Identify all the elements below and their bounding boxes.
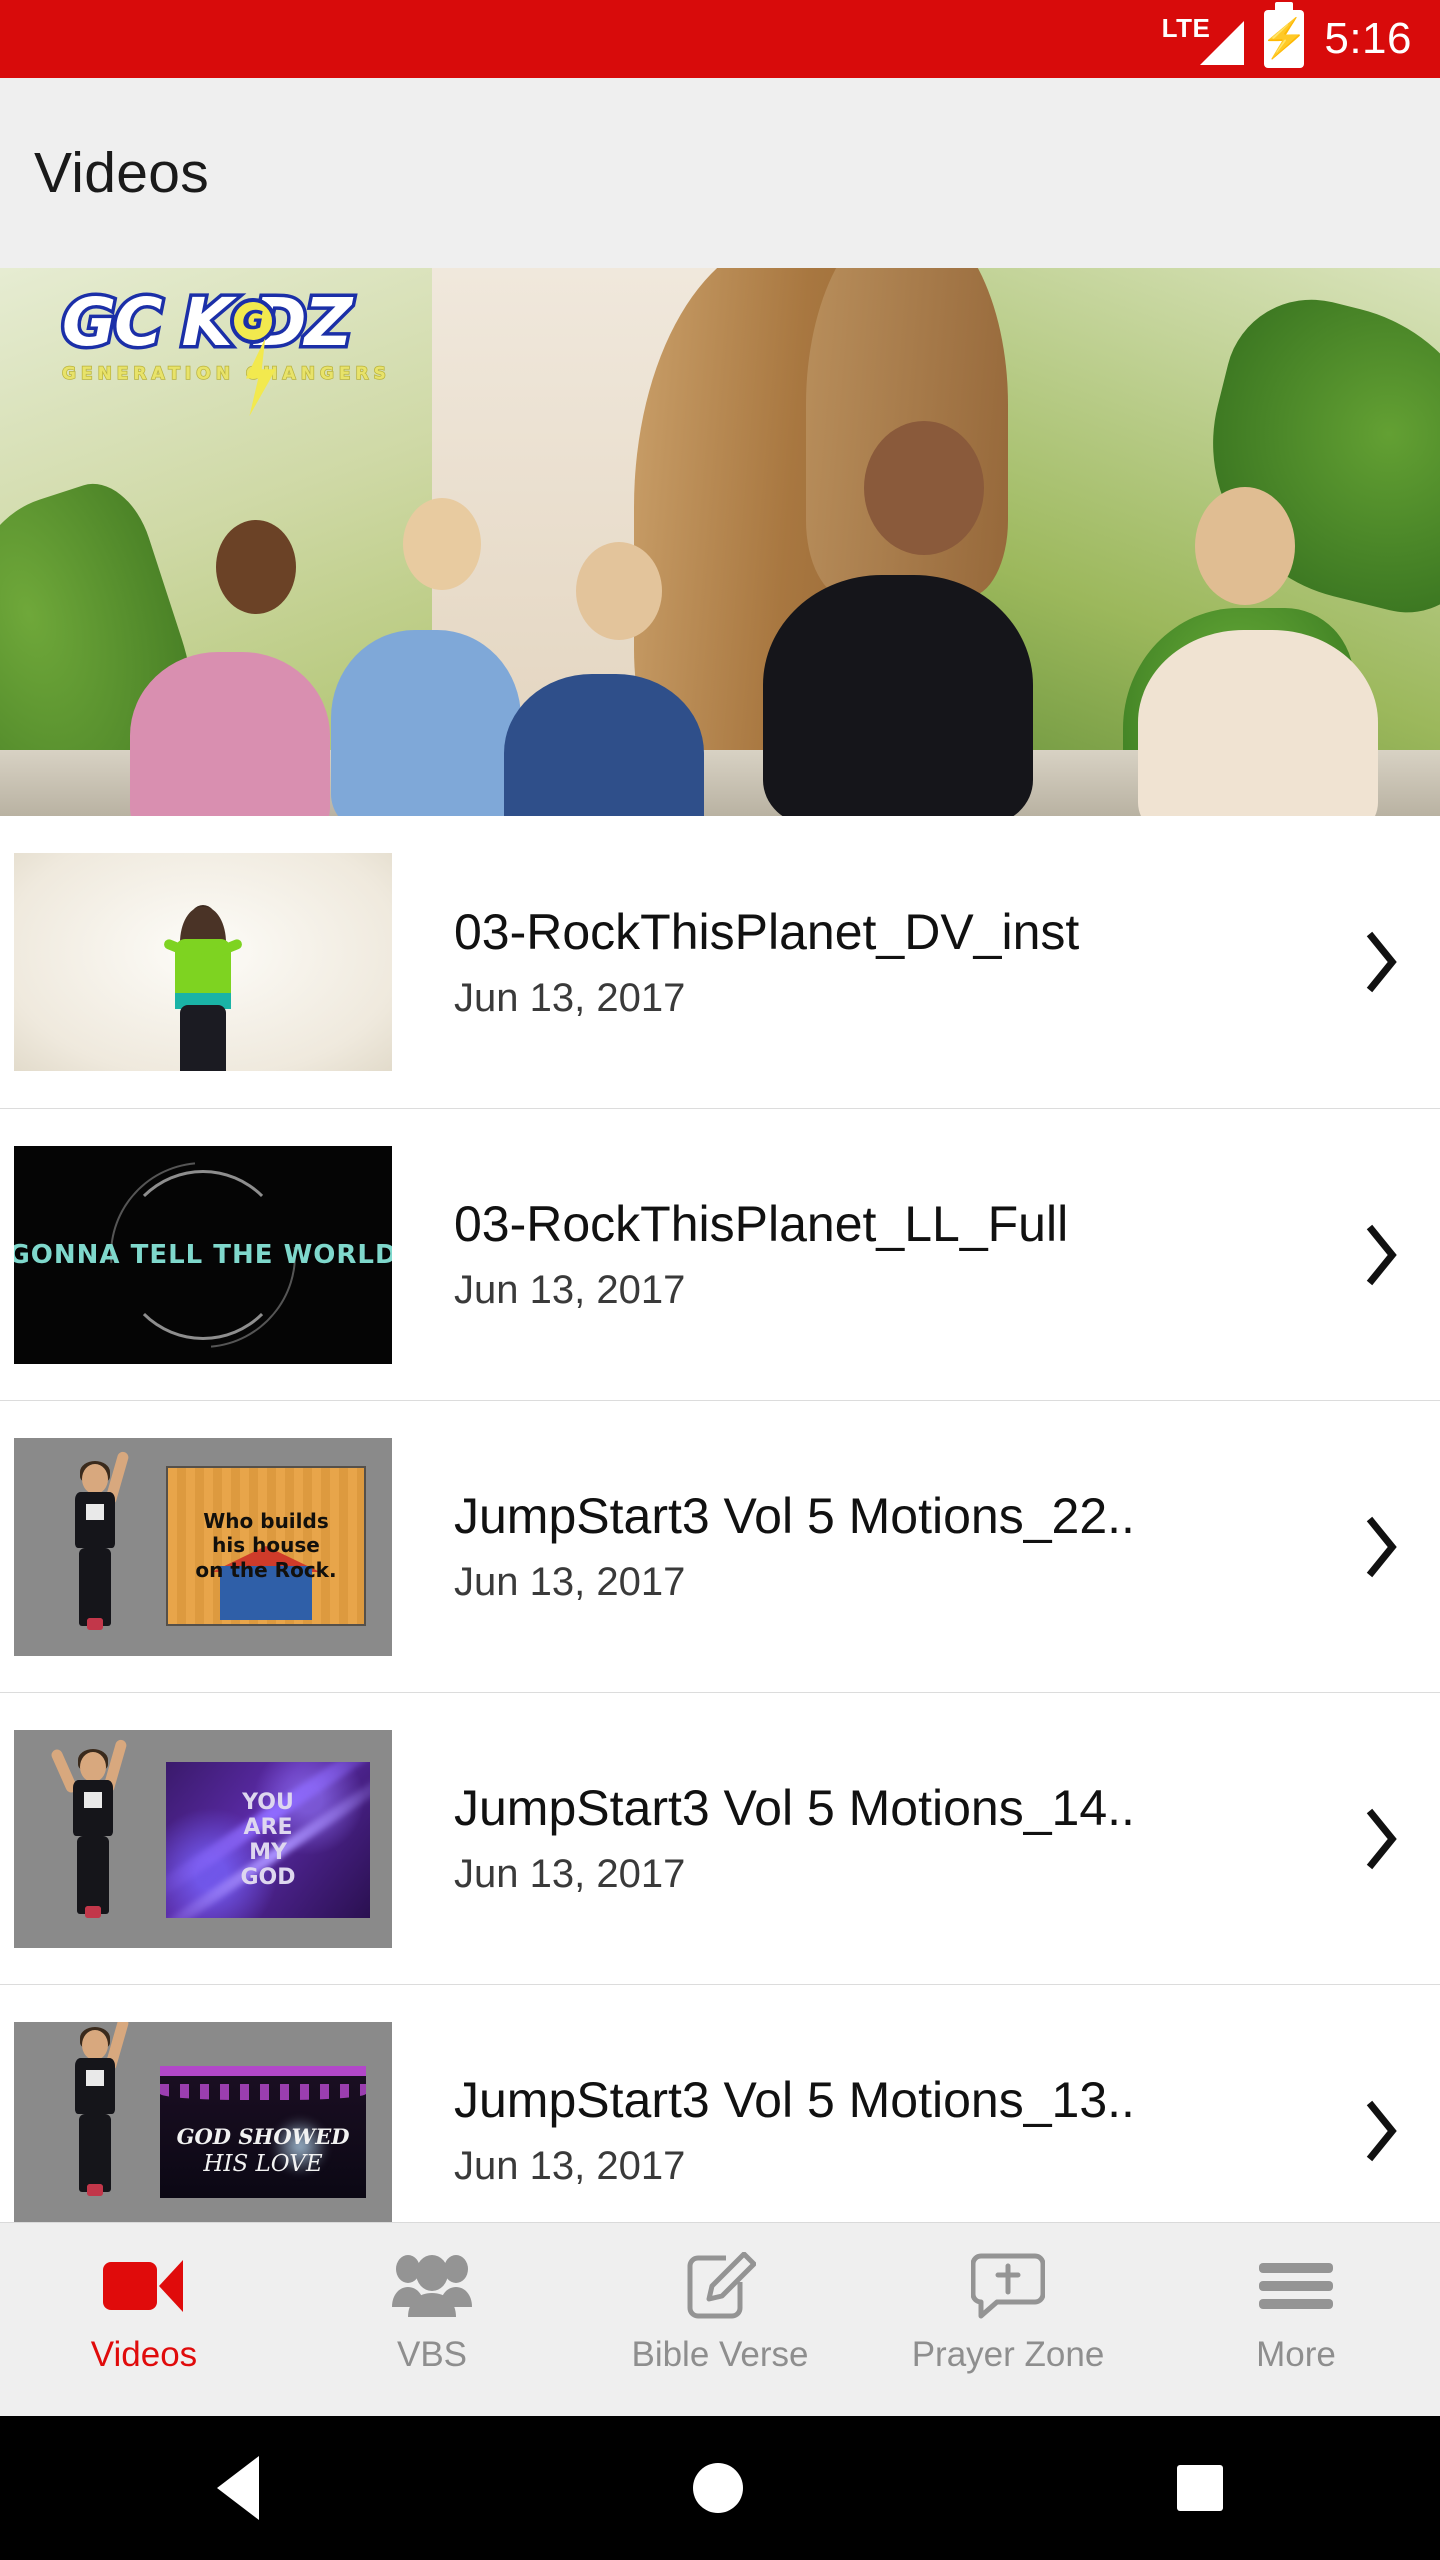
video-date: Jun 13, 2017	[454, 1560, 686, 1604]
list-item[interactable]: Who builds his house on the Rock. JumpSt…	[0, 1400, 1440, 1692]
chevron-right-icon[interactable]	[1320, 1219, 1440, 1291]
list-item-text: JumpStart3 Vol 5 Motions_14.. Jun 13, 20…	[454, 1780, 1320, 1897]
chevron-right-icon[interactable]	[1320, 1511, 1440, 1583]
thumbnail-caption: Who builds his house on the Rock.	[195, 1508, 337, 1582]
speech-cross-icon	[971, 2247, 1045, 2325]
video-thumbnail: GOD SHOWED HIS LOVE	[14, 2021, 392, 2222]
status-bar: LTE ⚡ 5:16	[0, 0, 1440, 78]
chevron-right-icon[interactable]	[1320, 2095, 1440, 2167]
gc-kidz-logo: GC K DZ GENERATION CHANGERS G	[59, 284, 391, 416]
list-item[interactable]: GOD SHOWED HIS LOVE JumpStart3 Vol 5 Mot…	[0, 1984, 1440, 2222]
logo-wordmark: GC K DZ	[59, 284, 356, 361]
tab-label: Bible Verse	[631, 2335, 809, 2374]
tab-label: VBS	[396, 2335, 468, 2374]
video-title: JumpStart3 Vol 5 Motions_13..	[454, 2072, 1135, 2128]
video-camera-icon	[103, 2247, 185, 2325]
chevron-right-icon[interactable]	[1320, 926, 1440, 998]
android-back-icon[interactable]	[217, 2456, 259, 2520]
people-group-icon	[390, 2247, 474, 2325]
tab-label: More	[1256, 2335, 1336, 2374]
list-item-text: JumpStart3 Vol 5 Motions_13.. Jun 13, 20…	[454, 2072, 1320, 2189]
android-recents-icon[interactable]	[1177, 2465, 1223, 2511]
bottom-tab-bar[interactable]: Videos VBS Bible Verse Prayer Zone More	[0, 2222, 1440, 2416]
tab-vbs[interactable]: VBS	[288, 2223, 576, 2375]
list-item-text: 03-RockThisPlanet_LL_Full Jun 13, 2017	[454, 1196, 1320, 1313]
signal-triangle	[1200, 21, 1245, 65]
app-header: Videos	[0, 78, 1440, 268]
list-item[interactable]: 03-RockThisPlanet_DV_inst Jun 13, 2017	[0, 816, 1440, 1108]
logo-tagline: GENERATION CHANGERS	[61, 363, 391, 385]
thumbnail-caption: YOU ARE MY GOD	[240, 1789, 296, 1890]
video-title: 03-RockThisPlanet_LL_Full	[454, 1196, 1069, 1252]
list-item-text: 03-RockThisPlanet_DV_inst Jun 13, 2017	[454, 904, 1320, 1021]
tab-prayer-zone[interactable]: Prayer Zone	[864, 2223, 1152, 2375]
app-screen: LTE ⚡ 5:16 Videos GC K DZ GENERATION CHA…	[0, 0, 1440, 2560]
video-thumbnail: GONNA TELL THE WORLD	[14, 1145, 392, 1364]
charging-bolt-glyph: ⚡	[1260, 18, 1309, 60]
thumbnail-caption: GONNA TELL THE WORLD	[14, 1239, 392, 1270]
tab-more[interactable]: More	[1152, 2223, 1440, 2375]
thumbnail-caption-line2: HIS LOVE	[203, 2151, 323, 2178]
clock-label: 5:16	[1324, 14, 1412, 63]
tab-label: Videos	[90, 2335, 198, 2374]
video-title: JumpStart3 Vol 5 Motions_14..	[454, 1780, 1135, 1836]
chevron-right-icon[interactable]	[1320, 1803, 1440, 1875]
list-item[interactable]: YOU ARE MY GOD JumpStart3 Vol 5 Motions_…	[0, 1692, 1440, 1984]
battery-charging-icon: ⚡	[1261, 2, 1308, 68]
tab-bible-verse[interactable]: Bible Verse	[576, 2223, 864, 2375]
signal-bars-icon: LTE	[1162, 13, 1245, 65]
video-thumbnail: YOU ARE MY GOD	[14, 1729, 392, 1948]
video-date: Jun 13, 2017	[454, 2144, 686, 2188]
video-thumbnail: Who builds his house on the Rock.	[14, 1437, 392, 1656]
thumbnail-caption-line1: GOD SHOWED	[176, 2124, 350, 2150]
list-item-text: JumpStart3 Vol 5 Motions_22.. Jun 13, 20…	[454, 1488, 1320, 1605]
video-date: Jun 13, 2017	[454, 1268, 686, 1312]
hero-banner[interactable]: GC K DZ GENERATION CHANGERS G	[0, 268, 1440, 816]
video-title: 03-RockThisPlanet_DV_inst	[454, 903, 1080, 960]
tab-label: Prayer Zone	[911, 2335, 1105, 2374]
logo-badge: G	[230, 298, 276, 344]
android-home-icon[interactable]	[693, 2463, 743, 2513]
video-date: Jun 13, 2017	[454, 1852, 686, 1896]
android-nav-bar[interactable]	[0, 2416, 1440, 2560]
note-pencil-icon	[684, 2247, 756, 2325]
hamburger-menu-icon	[1259, 2247, 1333, 2325]
video-date: Jun 13, 2017	[454, 975, 686, 1020]
page-title: Videos	[34, 141, 210, 205]
video-list[interactable]: 03-RockThisPlanet_DV_inst Jun 13, 2017 G…	[0, 816, 1440, 2222]
tab-videos[interactable]: Videos	[0, 2223, 288, 2375]
video-title: JumpStart3 Vol 5 Motions_22..	[454, 1488, 1135, 1544]
list-item[interactable]: GONNA TELL THE WORLD 03-RockThisPlanet_L…	[0, 1108, 1440, 1400]
video-thumbnail	[14, 853, 392, 1071]
